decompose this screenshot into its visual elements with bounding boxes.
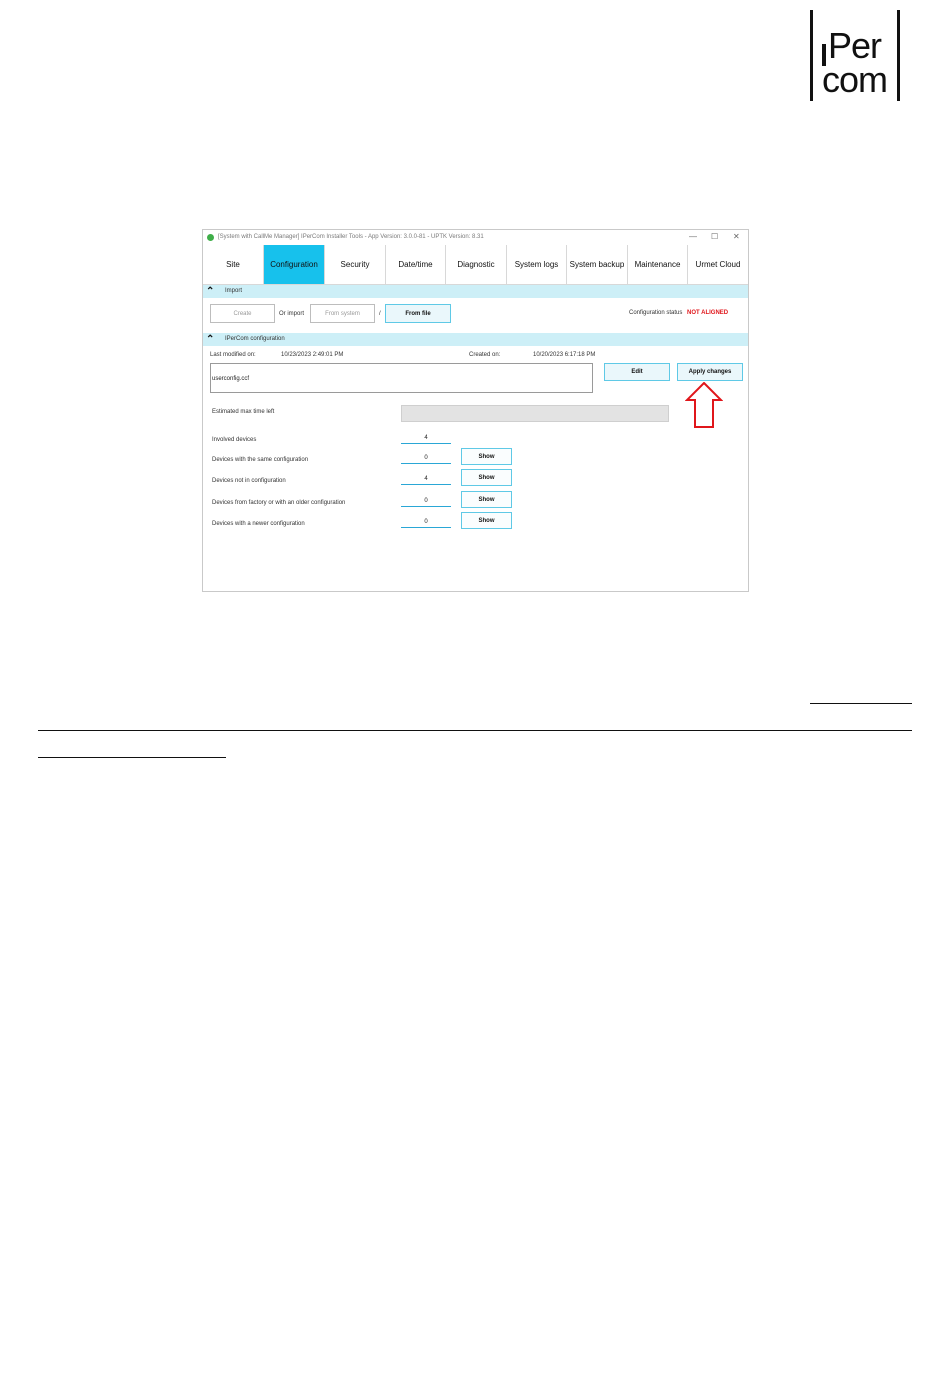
not-in-config-label: Devices not in configuration — [212, 478, 286, 484]
show-not-in-config-button[interactable]: Show — [461, 469, 512, 486]
config-section-header[interactable]: ⌃ IPerCom configuration — [203, 333, 748, 346]
same-config-label: Devices with the same configuration — [212, 457, 309, 463]
tab-urmet-cloud[interactable]: Urmet Cloud — [688, 245, 748, 284]
edit-button[interactable]: Edit — [604, 363, 670, 381]
created-value: 10/20/2023 6:17:18 PM — [533, 352, 596, 358]
logo-left-bar — [810, 10, 813, 101]
show-older-config-button[interactable]: Show — [461, 491, 512, 508]
config-file-name: userconfig.ccf — [212, 376, 250, 382]
maximize-icon[interactable]: ☐ — [711, 232, 718, 241]
from-system-button[interactable]: From system — [310, 304, 375, 323]
blank-line-2 — [38, 730, 912, 731]
tab-diagnostic[interactable]: Diagnostic — [446, 245, 507, 284]
minimize-icon[interactable]: — — [689, 232, 697, 241]
older-config-value: 0 — [401, 497, 451, 507]
estimated-time-label: Estimated max time left — [212, 409, 275, 415]
created-label: Created on: — [469, 352, 501, 358]
not-in-config-value: 4 — [401, 475, 451, 485]
window-title: [System with CallMe Manager] IPerCom Ins… — [218, 234, 484, 240]
tab-maintenance[interactable]: Maintenance — [628, 245, 688, 284]
tab-configuration[interactable]: Configuration — [264, 245, 325, 284]
chevron-up-icon[interactable]: ⌃ — [206, 286, 214, 298]
logo-text-bottom: com — [822, 59, 888, 100]
tab-system-logs[interactable]: System logs — [507, 245, 567, 284]
tab-date-time[interactable]: Date/time — [386, 245, 446, 284]
ipercom-logo: Per com — [810, 10, 902, 102]
estimated-time-progress-bar — [401, 405, 669, 422]
blank-line-1 — [810, 703, 912, 704]
app-window: [System with CallMe Manager] IPerCom Ins… — [202, 229, 749, 592]
show-same-config-button[interactable]: Show — [461, 448, 512, 465]
configuration-status-value: NOT ALIGNED — [687, 310, 729, 316]
title-bar: [System with CallMe Manager] IPerCom Ins… — [203, 230, 748, 245]
last-modified-value: 10/23/2023 2:49:01 PM — [281, 352, 344, 358]
last-modified-label: Last modified on: — [210, 352, 256, 358]
newer-config-label: Devices with a newer configuration — [212, 521, 305, 527]
or-import-label: Or import — [279, 311, 305, 317]
newer-config-value: 0 — [401, 518, 451, 528]
config-file-box[interactable]: userconfig.ccf — [210, 363, 593, 393]
import-section-header[interactable]: ⌃ Import — [203, 285, 748, 298]
app-icon — [207, 234, 214, 241]
involved-devices-value: 4 — [401, 434, 451, 444]
show-newer-config-button[interactable]: Show — [461, 512, 512, 529]
import-separator: / — [379, 311, 381, 317]
create-button[interactable]: Create — [210, 304, 275, 323]
from-file-button[interactable]: From file — [385, 304, 451, 323]
configuration-status-label: Configuration status — [629, 310, 683, 316]
tab-bar: Site Configuration Security Date/time Di… — [203, 245, 748, 285]
tab-security[interactable]: Security — [325, 245, 386, 284]
logo-right-bar — [897, 10, 900, 101]
involved-devices-label: Involved devices — [212, 437, 257, 443]
import-section-title: Import — [225, 288, 243, 294]
older-config-label: Devices from factory or with an older co… — [212, 500, 346, 506]
same-config-value: 0 — [401, 454, 451, 464]
red-up-arrow-icon — [685, 382, 723, 428]
tab-site[interactable]: Site — [203, 245, 264, 284]
tab-system-backup[interactable]: System backup — [567, 245, 628, 284]
close-icon[interactable]: ✕ — [733, 232, 740, 241]
blank-line-3 — [38, 757, 226, 758]
apply-changes-button[interactable]: Apply changes — [677, 363, 743, 381]
chevron-up-icon[interactable]: ⌃ — [206, 334, 214, 346]
config-section-title: IPerCom configuration — [225, 336, 285, 342]
